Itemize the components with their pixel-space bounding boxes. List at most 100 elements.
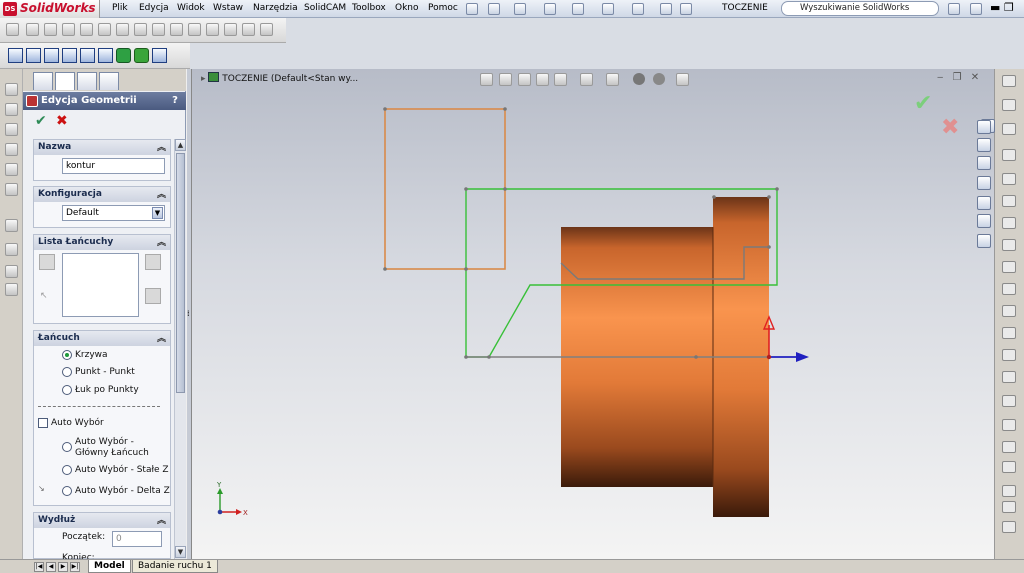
- grid-icon[interactable]: [152, 23, 165, 36]
- solidcam-tool-icon[interactable]: [98, 48, 113, 63]
- strip-tool-2-icon[interactable]: [5, 103, 18, 116]
- balloon-icon[interactable]: [44, 23, 57, 36]
- tp-mirror-icon[interactable]: [1002, 327, 1016, 339]
- vertex[interactable]: [383, 267, 387, 271]
- table-icon[interactable]: [170, 23, 183, 36]
- tp-point-icon[interactable]: [1002, 261, 1016, 273]
- solidcam-target-icon[interactable]: [80, 48, 95, 63]
- solidcam-settings-icon[interactable]: [152, 48, 167, 63]
- tp-star-icon[interactable]: [1002, 283, 1016, 295]
- menu-okno[interactable]: Okno: [395, 3, 419, 13]
- copy-icon[interactable]: [260, 23, 273, 36]
- spell-icon[interactable]: [6, 23, 19, 36]
- note-icon[interactable]: [26, 23, 39, 36]
- cancel-x-icon[interactable]: ✖: [56, 113, 68, 129]
- vertex[interactable]: [503, 107, 507, 111]
- tp-fix-icon[interactable]: [1002, 521, 1016, 533]
- chain-list[interactable]: [62, 253, 139, 317]
- start-input[interactable]: 0: [112, 531, 162, 547]
- tp-line-icon[interactable]: [1002, 99, 1016, 111]
- strip-tool-7-icon[interactable]: [5, 219, 18, 232]
- collapse-chevron-icon[interactable]: ︽: [157, 141, 166, 156]
- scroll-up-icon[interactable]: ▲: [175, 139, 186, 151]
- solidworks-logo[interactable]: DS SolidWorks: [0, 0, 100, 18]
- strip-tool-5-icon[interactable]: [5, 163, 18, 176]
- collapse-chevron-icon[interactable]: ︽: [157, 188, 166, 203]
- scroll-down-icon[interactable]: ▼: [175, 546, 186, 558]
- menu-plik[interactable]: Plik: [112, 3, 128, 13]
- vertex[interactable]: [712, 195, 716, 199]
- stop-icon[interactable]: [224, 23, 237, 36]
- solidcam-open-icon[interactable]: [26, 48, 41, 63]
- radio-punkt-punkt[interactable]: [62, 367, 72, 377]
- select-icon[interactable]: [632, 3, 644, 15]
- feature-tree-tab-icon[interactable]: [33, 72, 53, 90]
- group-header-konfiguracja[interactable]: Konfiguracja ︽: [34, 187, 170, 202]
- vertex[interactable]: [694, 355, 698, 359]
- property-tab-icon[interactable]: [55, 72, 75, 90]
- config-tab-icon[interactable]: [77, 72, 97, 90]
- strip-tool-9-icon[interactable]: [5, 265, 18, 278]
- prev-tab-icon[interactable]: ◀: [46, 562, 56, 572]
- tp-spline-icon[interactable]: [1002, 217, 1016, 229]
- name-input[interactable]: kontur: [62, 158, 165, 174]
- tp-move-icon[interactable]: [1002, 485, 1016, 497]
- last-tab-icon[interactable]: ▶|: [70, 562, 80, 572]
- menu-solidcam[interactable]: SolidCAM: [304, 3, 346, 13]
- tp-relation-icon[interactable]: [1002, 461, 1016, 473]
- menu-wstaw[interactable]: Wstaw: [213, 3, 243, 13]
- help-icon[interactable]: [970, 3, 982, 15]
- appearances-icon[interactable]: [977, 214, 991, 228]
- tp-convert-icon[interactable]: [1002, 371, 1016, 383]
- first-tab-icon[interactable]: |◀: [34, 562, 44, 572]
- collapse-chevron-icon[interactable]: ︽: [157, 236, 166, 251]
- rebuild-icon[interactable]: [660, 3, 672, 15]
- panel-scrollbar[interactable]: ▲ ▼: [174, 139, 186, 559]
- chain-delete-icon[interactable]: [145, 288, 161, 304]
- group-header-nazwa[interactable]: Nazwa ︽: [34, 140, 170, 155]
- strip-tool-10-icon[interactable]: [5, 283, 18, 296]
- solidcam-green-cube-icon[interactable]: [116, 48, 131, 63]
- vertex[interactable]: [775, 187, 779, 191]
- strip-tool-8-icon[interactable]: [5, 243, 18, 256]
- vertex[interactable]: [767, 195, 771, 199]
- flag-icon[interactable]: [116, 23, 129, 36]
- radio-auto-delta-z[interactable]: [62, 486, 72, 496]
- save-icon[interactable]: [544, 3, 556, 15]
- next-tab-icon[interactable]: ▶: [58, 562, 68, 572]
- solidcam-new-icon[interactable]: [8, 48, 23, 63]
- configuration-select[interactable]: Default ▼: [62, 205, 165, 221]
- tp-dim-icon[interactable]: [1002, 441, 1016, 453]
- vertex[interactable]: [487, 355, 491, 359]
- display-tab-icon[interactable]: [99, 72, 119, 90]
- strip-tool-4-icon[interactable]: [5, 143, 18, 156]
- sum-icon[interactable]: [98, 23, 111, 36]
- solidcam-stock-icon[interactable]: [62, 48, 77, 63]
- tab-badanie-ruchu[interactable]: Badanie ruchu 1: [132, 560, 218, 573]
- undo-icon[interactable]: [602, 3, 614, 15]
- collapse-chevron-icon[interactable]: ︽: [157, 514, 166, 529]
- help-button[interactable]: ?: [168, 94, 182, 108]
- menu-edycja[interactable]: Edycja: [139, 3, 169, 13]
- group-header-lista[interactable]: Lista Łańcuchy ︽: [34, 235, 170, 250]
- vertex[interactable]: [503, 187, 507, 191]
- tp-sketch-icon[interactable]: [1002, 75, 1016, 87]
- options-icon[interactable]: [680, 3, 692, 15]
- gear-icon[interactable]: [188, 23, 201, 36]
- vertex[interactable]: [464, 355, 468, 359]
- minimize-icon[interactable]: ▬: [990, 1, 1000, 14]
- weld-icon[interactable]: [80, 23, 93, 36]
- view-palette-icon[interactable]: [977, 196, 991, 210]
- group-header-lancuch[interactable]: Łańcuch ︽: [34, 331, 170, 346]
- search-options-icon[interactable]: [948, 3, 960, 15]
- group-header-wydluz[interactable]: Wydłuż ︽: [34, 513, 170, 528]
- print-icon[interactable]: [572, 3, 584, 15]
- menu-pomoc[interactable]: Pomoc: [428, 3, 458, 13]
- restore-icon[interactable]: ❐: [1004, 1, 1014, 14]
- tp-circle-icon[interactable]: [1002, 149, 1016, 161]
- tab-model[interactable]: Model: [88, 560, 131, 573]
- radio-krzywa[interactable]: [62, 350, 72, 360]
- menu-widok[interactable]: Widok: [177, 3, 205, 13]
- chain-select-icon[interactable]: ↖: [40, 291, 48, 301]
- chain-accept-icon[interactable]: [145, 254, 161, 270]
